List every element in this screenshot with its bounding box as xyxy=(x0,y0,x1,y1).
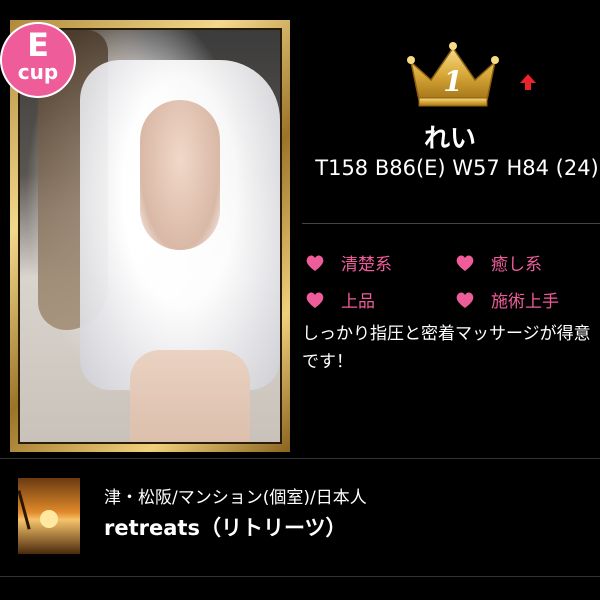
cup-badge: E cup xyxy=(0,22,76,98)
shop-logo[interactable] xyxy=(18,478,80,554)
shop-area: 津・松阪/マンション(個室)/日本人 xyxy=(104,488,367,508)
cup-letter: E xyxy=(27,26,49,64)
tag-label: 上品 xyxy=(341,292,375,312)
tag-label: 清楚系 xyxy=(341,255,392,275)
profile-description: しっかり指圧と密着マッサージが得意です！ xyxy=(302,324,591,372)
divider xyxy=(0,576,600,577)
divider xyxy=(0,458,600,459)
heart-icon xyxy=(306,291,324,308)
heart-icon xyxy=(306,254,324,271)
tag-item: 癒し系 xyxy=(455,250,542,275)
heart-icon xyxy=(456,291,474,308)
photo-skin xyxy=(140,100,220,250)
tag-label: 癒し系 xyxy=(491,255,542,275)
rank-number: 1 xyxy=(443,65,463,98)
tag-item: 清楚系 xyxy=(305,250,392,275)
profile-measurements: T158 B86(E) W57 H84 (24) xyxy=(315,156,599,180)
tag-label: 施術上手 xyxy=(491,292,559,312)
palm-graphic xyxy=(18,482,60,530)
arrow-up-icon xyxy=(520,74,536,90)
photo-legs xyxy=(130,350,250,442)
divider xyxy=(302,223,600,224)
tag-item: 上品 xyxy=(305,287,375,312)
heart-icon xyxy=(456,254,474,271)
shop-name-link[interactable]: retreats（リトリーツ） xyxy=(104,512,347,542)
cup-word: cup xyxy=(17,60,59,84)
tag-item: 施術上手 xyxy=(455,287,559,312)
profile-name: れい xyxy=(423,124,476,154)
